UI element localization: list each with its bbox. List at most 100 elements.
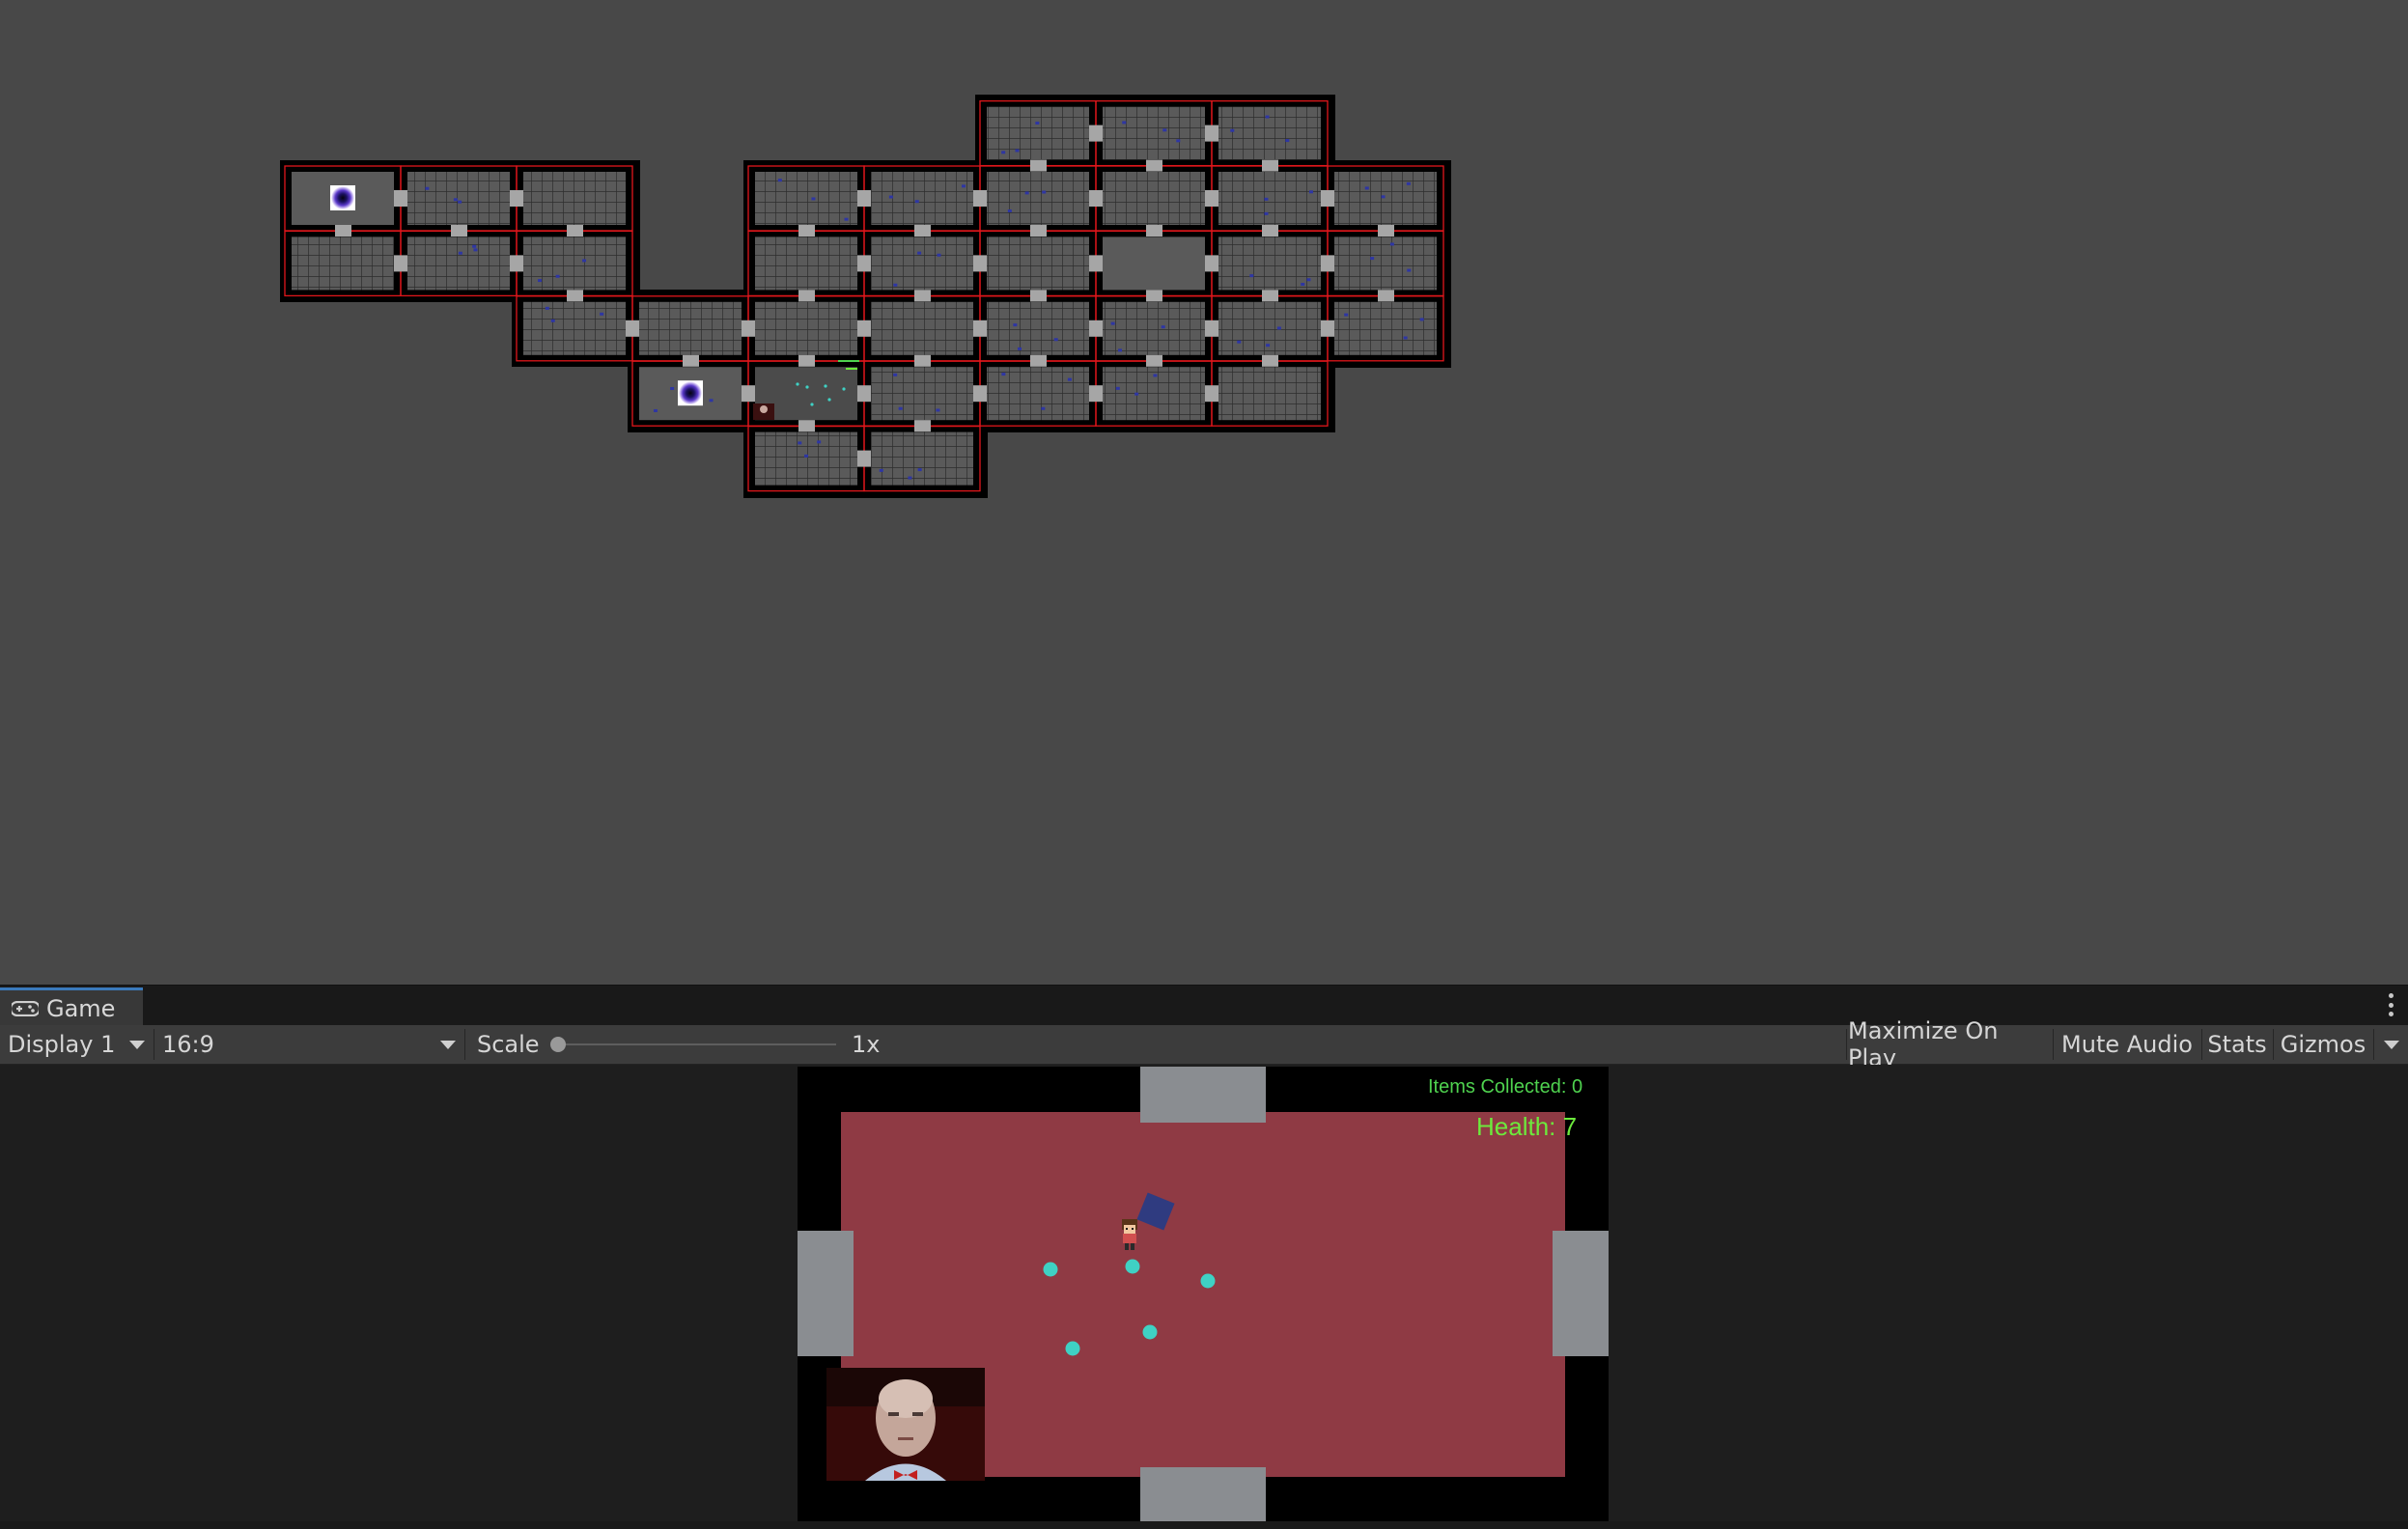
aspect-dropdown[interactable]: 16:9 (154, 1025, 463, 1064)
toolbar-divider (464, 1029, 465, 1060)
room-tile (407, 236, 510, 291)
door-horizontal (857, 320, 871, 337)
speck (1161, 325, 1165, 329)
speck (1041, 406, 1046, 410)
speck (1115, 386, 1120, 390)
speck (1001, 373, 1006, 376)
speck (777, 179, 782, 182)
door-vertical (567, 225, 583, 236)
door-horizontal (1089, 320, 1103, 337)
speck (600, 312, 604, 316)
speck (898, 406, 903, 410)
door-horizontal (857, 450, 871, 467)
speck (1266, 344, 1271, 348)
speck (1389, 242, 1394, 246)
speck (545, 306, 549, 310)
aspect-dropdown-label: 16:9 (162, 1031, 214, 1058)
speck (893, 373, 898, 376)
door-vertical (914, 354, 931, 367)
door-horizontal (857, 255, 871, 272)
maximize-on-play-toggle[interactable]: Maximize On Play (1848, 1017, 2051, 1071)
item-pickup (1200, 1273, 1216, 1289)
door-vertical (914, 290, 931, 302)
scale-slider[interactable] (550, 1037, 840, 1052)
door-vertical (1030, 354, 1047, 367)
speck (453, 198, 458, 202)
door-vertical (1030, 225, 1047, 236)
room-tile (1334, 301, 1437, 355)
room-tile (755, 301, 857, 355)
speck (1370, 257, 1375, 261)
speck (936, 408, 940, 412)
speck (879, 468, 883, 472)
door-vertical (683, 354, 699, 367)
door-horizontal (857, 385, 871, 403)
toolbar-divider (2273, 1029, 2274, 1060)
speck (1403, 336, 1408, 340)
scale-slider-track (554, 1043, 836, 1045)
door-horizontal (742, 385, 755, 403)
door-horizontal (1321, 255, 1334, 272)
room-tile (987, 236, 1089, 291)
gizmos-dropdown[interactable] (2375, 1025, 2408, 1064)
room-tile (871, 431, 973, 486)
room-tile (871, 367, 973, 421)
scene-view[interactable] (0, 0, 2408, 985)
room-tile (1334, 236, 1437, 291)
door-horizontal (1321, 190, 1334, 207)
kebab-menu-icon[interactable] (2387, 993, 2394, 1016)
speck (1419, 318, 1424, 321)
stats-toggle[interactable]: Stats (2203, 1025, 2271, 1064)
scale-slider-handle[interactable] (550, 1037, 566, 1052)
gamepad-icon (12, 1000, 39, 1016)
room-tile (1218, 236, 1321, 291)
speck (1344, 313, 1349, 317)
speck (1007, 209, 1012, 213)
speck (458, 251, 462, 255)
door-vertical (798, 354, 815, 367)
door-horizontal (742, 320, 755, 337)
item-pickup (1125, 1259, 1140, 1274)
speck (709, 399, 714, 403)
display-dropdown[interactable]: Display 1 (0, 1025, 153, 1064)
toolbar-divider (2053, 1029, 2054, 1060)
door-vertical (1262, 354, 1278, 367)
display-dropdown-label: Display 1 (8, 1031, 116, 1058)
speck (1053, 338, 1058, 342)
room-tile (639, 301, 742, 355)
door-horizontal (510, 190, 523, 207)
door-vertical (1378, 225, 1394, 236)
mute-audio-toggle[interactable]: Mute Audio (2055, 1025, 2199, 1064)
door-horizontal (973, 255, 987, 272)
door-vertical (1146, 290, 1162, 302)
mini-portrait-face (760, 405, 768, 413)
speck (937, 253, 941, 257)
item-pickup (1065, 1341, 1080, 1356)
speck (817, 440, 822, 444)
tab-game[interactable]: Game (0, 987, 143, 1026)
speck (1230, 128, 1235, 132)
door-vertical (1146, 354, 1162, 367)
toolbar-divider (2373, 1029, 2374, 1060)
mini-hud-items (838, 360, 859, 362)
room-tile (871, 301, 973, 355)
room-tile (1103, 301, 1205, 355)
door-left (798, 1231, 854, 1356)
speck (804, 454, 809, 458)
gizmos-toggle[interactable]: Gizmos (2275, 1025, 2371, 1064)
game-render[interactable]: Items Collected: 0 Health: 7 (798, 1067, 1609, 1523)
speck (1015, 149, 1020, 153)
door-horizontal (1205, 385, 1218, 403)
speck (844, 217, 849, 221)
door-vertical (798, 420, 815, 432)
speck (1406, 181, 1411, 185)
speck (1381, 195, 1386, 199)
speck (1407, 268, 1412, 272)
door-bottom (1140, 1467, 1266, 1523)
room-tile (1218, 367, 1321, 421)
room-tile (871, 172, 973, 225)
speck (555, 274, 560, 278)
speck (914, 200, 919, 204)
tab-game-label: Game (46, 994, 116, 1022)
chevron-down-icon (2384, 1040, 2399, 1049)
